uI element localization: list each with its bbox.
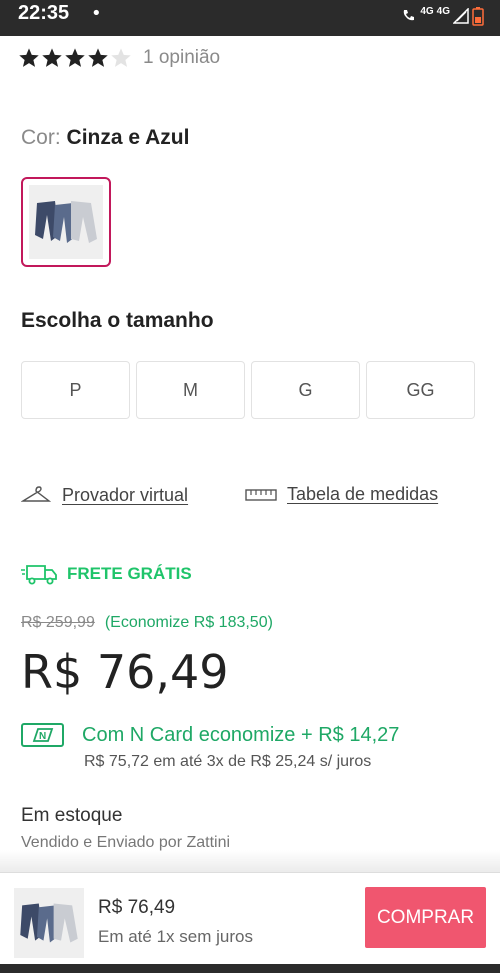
buy-button[interactable]: COMPRAR: [365, 887, 486, 948]
stock-status: Em estoque: [21, 805, 123, 826]
signal-icon: [453, 8, 469, 24]
color-label: Cor: Cinza e Azul: [21, 126, 189, 150]
bottom-product-thumbnail: [14, 888, 84, 958]
size-option-p[interactable]: P: [21, 361, 130, 419]
star-empty-icon: [111, 48, 131, 67]
size-option-m[interactable]: M: [136, 361, 245, 419]
phone-signal-icon: [404, 10, 415, 21]
hanger-icon: [21, 486, 51, 502]
network-label: 4G: [420, 5, 434, 17]
color-label-prefix: Cor:: [21, 126, 61, 149]
pants-image: [35, 201, 97, 243]
size-chart-label: Tabela de medidas: [287, 484, 439, 504]
ncard-offer: N Com N Card economize + R$ 14,27: [21, 723, 399, 747]
network-label-2: 4G: [436, 5, 450, 17]
size-chart-link[interactable]: Tabela de medidas: [245, 484, 438, 505]
size-options: P M G GG: [21, 361, 475, 419]
bottom-purchase-bar: R$ 76,49 Em até 1x sem juros COMPRAR: [0, 872, 500, 964]
star-rating: [18, 47, 133, 69]
color-swatch-selected[interactable]: [21, 177, 111, 267]
notification-dot: •: [91, 3, 102, 24]
review-count[interactable]: 1 opinião: [143, 47, 220, 69]
star-filled-icon: [88, 48, 108, 67]
ncard-icon: N: [21, 723, 64, 747]
old-price-row: R$ 259,99 (Economize R$ 183,50): [21, 614, 273, 632]
system-nav-bar: [0, 964, 500, 973]
pants-image: [20, 903, 78, 943]
bottom-bar-shadow: [0, 850, 500, 872]
size-option-g[interactable]: G: [251, 361, 360, 419]
svg-text:N: N: [39, 731, 46, 742]
size-option-gg[interactable]: GG: [366, 361, 475, 419]
current-price: R$ 76,49: [21, 645, 229, 699]
size-title: Escolha o tamanho: [21, 309, 214, 332]
status-icons: 4G 4G: [401, 6, 484, 26]
bottom-terms: Em até 1x sem juros: [98, 927, 253, 946]
fitting-room-link[interactable]: Provador virtual: [21, 484, 188, 506]
installments-text: R$ 75,72 em até 3x de R$ 25,24 s/ juros: [84, 753, 372, 770]
star-filled-icon: [42, 48, 62, 67]
battery-icon: [472, 7, 484, 26]
bottom-price: R$ 76,49: [98, 897, 176, 918]
ncard-text: Com N Card economize + R$ 14,27: [82, 723, 400, 746]
product-rating[interactable]: 1 opinião: [18, 47, 220, 69]
fitting-room-label: Provador virtual: [62, 484, 189, 505]
clock: 22:35: [18, 2, 70, 24]
free-shipping-label: FRETE GRÁTIS: [67, 564, 192, 583]
color-value: Cinza e Azul: [66, 126, 190, 149]
star-filled-icon: [19, 48, 39, 67]
savings-text: (Economize R$ 183,50): [104, 614, 273, 631]
truck-icon: [21, 565, 57, 585]
old-price: R$ 259,99: [21, 614, 95, 631]
ruler-icon: [245, 488, 277, 501]
free-shipping-badge: FRETE GRÁTIS: [21, 562, 192, 586]
star-filled-icon: [65, 48, 85, 67]
size-help-links: Provador virtual Tabela de medidas: [21, 484, 481, 510]
product-thumbnail: [29, 185, 103, 259]
status-bar: 22:35 • 4G 4G: [0, 0, 500, 36]
